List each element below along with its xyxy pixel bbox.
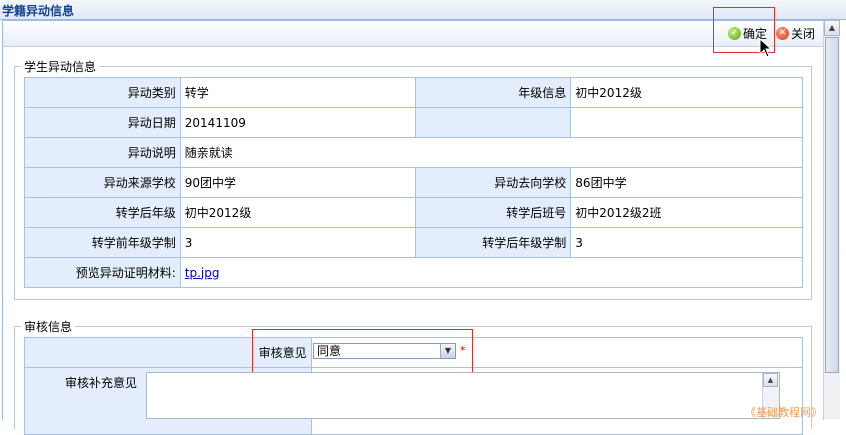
field-label: 异动去向学校 <box>414 167 572 198</box>
close-label: 关闭 <box>791 27 816 41</box>
table-row: 转学前年级学制 3 转学后年级学制 3 <box>24 227 803 258</box>
supplement-textarea[interactable]: ▲ <box>146 372 780 419</box>
field-label: 异动类别 <box>24 77 181 108</box>
field-label: 预览异动证明材料: <box>24 257 181 288</box>
field-label: 异动日期 <box>24 107 181 138</box>
field-label: 转学后班号 <box>414 197 572 228</box>
table-row: 预览异动证明材料: tp.jpg <box>24 257 804 288</box>
field-value <box>570 107 803 138</box>
student-info-table: 异动类别 转学 年级信息 初中2012级 异动日期 20141109 异动说明 … <box>24 77 804 288</box>
field-value: 3 <box>179 227 416 258</box>
table-row: 异动说明 随亲就读 <box>24 137 804 168</box>
table-row: 异动来源学校 90团中学 异动去向学校 86团中学 <box>24 167 803 198</box>
window-title: 学籍异动信息 <box>2 4 75 18</box>
attachment-link[interactable]: tp.jpg <box>185 266 220 280</box>
field-label <box>414 107 572 138</box>
toolbar: ✓ 确定 ✕ 关闭 <box>3 21 823 47</box>
field-value: 随亲就读 <box>179 137 804 168</box>
field-label: 年级信息 <box>414 77 572 108</box>
field-value: 3 <box>570 227 803 258</box>
field-value-cell: tp.jpg <box>179 257 804 288</box>
field-value: 86团中学 <box>570 167 803 198</box>
field-label: 异动来源学校 <box>24 167 181 198</box>
field-value: 初中2012级 <box>179 197 416 228</box>
field-label: 转学后年级 <box>24 197 181 228</box>
x-circle-icon: ✕ <box>776 27 789 40</box>
table-row: 异动日期 20141109 <box>24 107 803 138</box>
watermark: 《基础教程网》 <box>745 406 822 419</box>
field-value: 90团中学 <box>179 167 416 198</box>
close-button[interactable]: ✕ 关闭 <box>776 25 815 42</box>
field-value: 初中2012级 <box>570 77 803 108</box>
student-info-legend: 学生异动信息 <box>24 60 97 74</box>
table-row: 异动类别 转学 年级信息 初中2012级 <box>24 77 803 108</box>
field-value: 转学 <box>179 77 416 108</box>
scrollbar-thumb[interactable] <box>825 37 839 373</box>
scroll-up-icon[interactable]: ▲ <box>824 20 840 36</box>
field-label: 转学前年级学制 <box>24 227 181 258</box>
field-label: 异动说明 <box>24 137 181 168</box>
scroll-up-icon[interactable]: ▲ <box>763 373 778 387</box>
field-label: 转学后年级学制 <box>414 227 572 258</box>
table-row: 转学后年级 初中2012级 转学后班号 初中2012级2班 <box>24 197 803 228</box>
field-value: 20141109 <box>179 107 416 138</box>
review-info-legend: 审核信息 <box>24 320 73 334</box>
field-value: 初中2012级2班 <box>570 197 803 228</box>
page-scrollbar[interactable]: ▲ <box>823 20 840 419</box>
